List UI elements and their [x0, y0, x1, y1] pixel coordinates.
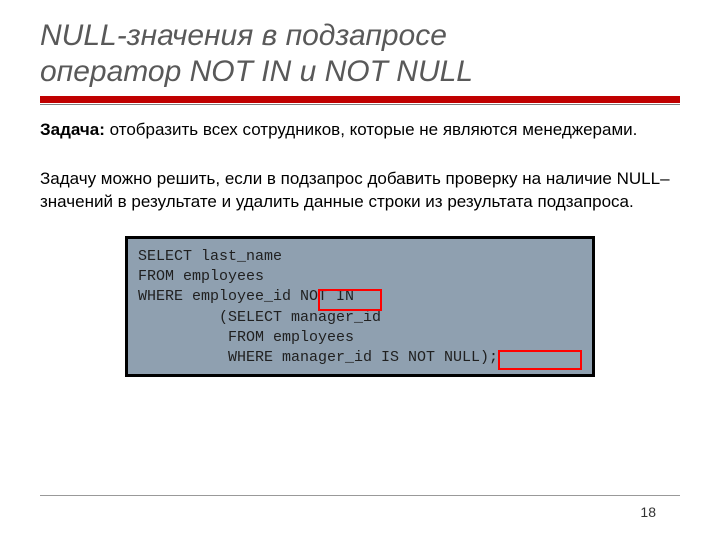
sql-code-box: SELECT last_name FROM employees WHERE em… — [125, 236, 595, 378]
title-thin-divider — [40, 104, 680, 105]
code-line-1: SELECT last_name — [138, 248, 282, 265]
title-line-2: оператор NOT IN и NOT NULL — [40, 55, 473, 88]
title-red-divider — [40, 96, 680, 103]
page-number: 18 — [640, 504, 656, 520]
highlight-not-null — [498, 350, 582, 370]
code-line-6: WHERE manager_id IS NOT NULL); — [138, 349, 498, 366]
highlight-not-in — [318, 289, 382, 311]
title-line-1: NULL-значения в подзапросе — [40, 19, 447, 52]
code-line-4: (SELECT manager_id — [138, 309, 381, 326]
code-line-5: FROM employees — [138, 329, 354, 346]
explanation-paragraph: Задачу можно решить, если в подзапрос до… — [40, 168, 680, 214]
task-label: Задача: — [40, 120, 105, 139]
code-line-2: FROM employees — [138, 268, 264, 285]
task-paragraph: Задача: отобразить всех сотрудников, кот… — [40, 119, 680, 142]
footer-divider — [40, 495, 680, 496]
slide-title: NULL-значения в подзапросе оператор NOT … — [40, 18, 680, 90]
task-text: отобразить всех сотрудников, которые не … — [105, 120, 637, 139]
